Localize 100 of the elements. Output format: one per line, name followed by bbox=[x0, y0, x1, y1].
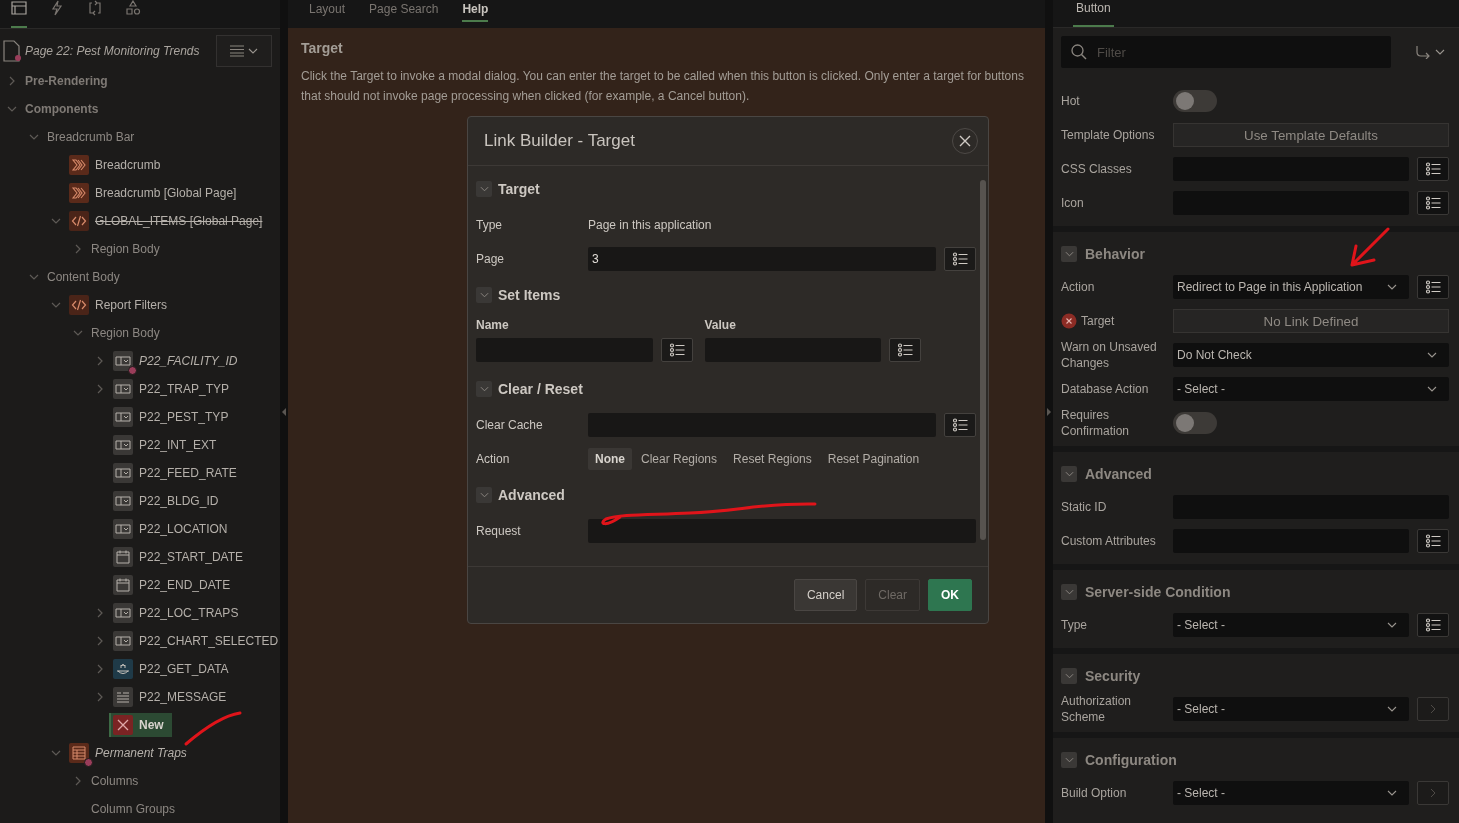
select-field[interactable]: - Select - bbox=[1173, 377, 1449, 401]
tree-item[interactable]: Breadcrumb bbox=[95, 158, 161, 172]
dialog-button[interactable]: OK bbox=[928, 579, 972, 611]
close-button[interactable] bbox=[952, 128, 978, 154]
tree-item[interactable]: P22_START_DATE bbox=[139, 550, 244, 564]
field-label: Request bbox=[476, 524, 522, 538]
tree-item[interactable]: New bbox=[109, 713, 172, 737]
tree-item[interactable]: P22_CHART_SELECTED bbox=[139, 634, 279, 648]
tree-item[interactable]: P22_GET_DATA bbox=[139, 662, 229, 676]
list-button[interactable] bbox=[944, 247, 976, 271]
radio-option[interactable]: Reset Pagination bbox=[820, 448, 927, 470]
tree-item[interactable]: P22_TRAP_TYP bbox=[139, 382, 230, 396]
menu-button[interactable] bbox=[216, 35, 272, 67]
toolbar-tab[interactable] bbox=[11, 0, 27, 28]
tree-item[interactable]: P22_LOC_TRAPS bbox=[139, 606, 239, 620]
input-field[interactable]: 3 bbox=[588, 247, 936, 271]
chevron-icon[interactable] bbox=[95, 636, 105, 646]
chevron-icon[interactable] bbox=[7, 104, 17, 114]
list-button[interactable] bbox=[889, 338, 921, 362]
tree-item[interactable]: Content Body bbox=[47, 270, 120, 284]
tab[interactable]: Button bbox=[1073, 0, 1114, 27]
tree-item[interactable]: GLOBAL_ITEMS [Global Page] bbox=[95, 214, 263, 228]
chevron-icon[interactable] bbox=[95, 664, 105, 674]
collapse-arrow-icon[interactable] bbox=[282, 407, 286, 416]
chevron-icon bbox=[479, 292, 489, 298]
tree-item[interactable]: P22_INT_EXT bbox=[139, 438, 217, 452]
select-field[interactable]: - Select - bbox=[1173, 781, 1409, 805]
collapse-toggle[interactable] bbox=[1061, 246, 1077, 262]
list-button[interactable] bbox=[1417, 157, 1449, 181]
collapse-toggle[interactable] bbox=[476, 287, 492, 303]
tree-item[interactable]: P22_LOCATION bbox=[139, 522, 228, 536]
tree-item[interactable]: Components bbox=[25, 102, 99, 116]
chevron-icon bbox=[1064, 673, 1074, 679]
select-field[interactable]: Do Not Check bbox=[1173, 343, 1449, 367]
chevron-icon[interactable] bbox=[51, 216, 61, 226]
tree-item[interactable]: P22_FACILITY_ID bbox=[139, 354, 238, 368]
chevron-icon[interactable] bbox=[95, 608, 105, 618]
dialog-button[interactable]: Cancel bbox=[793, 579, 858, 611]
list-button[interactable] bbox=[1417, 191, 1449, 215]
toggle-switch[interactable] bbox=[1173, 412, 1217, 434]
select-list-icon bbox=[113, 603, 133, 623]
radio-option[interactable]: Reset Regions bbox=[726, 448, 819, 470]
chevron-icon[interactable] bbox=[29, 272, 39, 282]
radio-option[interactable]: Clear Regions bbox=[634, 448, 725, 470]
chevron-icon[interactable] bbox=[51, 300, 61, 310]
collapse-arrow-icon[interactable] bbox=[1047, 407, 1051, 416]
tree-item[interactable]: P22_MESSAGE bbox=[139, 690, 227, 704]
search-icon bbox=[1071, 44, 1087, 60]
collapse-toggle[interactable] bbox=[476, 381, 492, 397]
tree-item[interactable]: Column Groups bbox=[91, 802, 176, 816]
chevron-icon[interactable] bbox=[73, 776, 83, 786]
tab[interactable]: Page Search bbox=[369, 0, 439, 22]
tree-item[interactable]: P22_BLDG_ID bbox=[139, 494, 219, 508]
tree-item[interactable]: Region Body bbox=[91, 326, 160, 340]
chevron-icon[interactable] bbox=[95, 384, 105, 394]
chevron-icon[interactable] bbox=[51, 748, 61, 758]
collapse-toggle[interactable] bbox=[476, 487, 492, 503]
tab[interactable]: Help bbox=[462, 0, 489, 22]
chevron-icon[interactable] bbox=[7, 76, 17, 86]
tree-item[interactable]: Breadcrumb [Global Page] bbox=[95, 186, 237, 200]
tree-item[interactable]: P22_PEST_TYP bbox=[139, 410, 229, 424]
link-button[interactable]: No Link Defined bbox=[1173, 309, 1449, 333]
filter-field[interactable]: Filter bbox=[1061, 36, 1391, 68]
collapse-toggle[interactable] bbox=[1061, 584, 1077, 600]
tree-item[interactable]: Region Body bbox=[91, 242, 160, 256]
list-button[interactable] bbox=[1417, 529, 1449, 553]
select-field[interactable]: - Select - bbox=[1173, 613, 1409, 637]
list-button[interactable] bbox=[660, 338, 693, 362]
chevron-icon[interactable] bbox=[95, 692, 105, 702]
chevron-icon[interactable] bbox=[73, 244, 83, 254]
collapse-toggle[interactable] bbox=[1061, 668, 1077, 684]
tree-item[interactable]: Columns bbox=[91, 774, 139, 788]
property-label: Warn on Unsaved Changes bbox=[1061, 339, 1158, 371]
section-title: Target bbox=[498, 181, 540, 197]
radio-option[interactable]: None bbox=[588, 448, 632, 470]
toggle-switch[interactable] bbox=[1173, 90, 1217, 112]
tree-item[interactable]: Breadcrumb Bar bbox=[47, 130, 135, 144]
tree-item[interactable]: P22_FEED_RATE bbox=[139, 466, 237, 480]
chevron-icon[interactable] bbox=[29, 132, 39, 142]
link-button[interactable]: Use Template Defaults bbox=[1173, 123, 1449, 147]
scrollbar-thumb[interactable] bbox=[980, 180, 986, 540]
select-field[interactable]: - Select - bbox=[1173, 697, 1409, 721]
collapse-toggle[interactable] bbox=[1061, 466, 1077, 482]
sync-icon bbox=[87, 0, 103, 16]
list-button[interactable] bbox=[1417, 275, 1449, 299]
tree-item[interactable]: Report Filters bbox=[95, 298, 168, 312]
chevron-icon[interactable] bbox=[95, 356, 105, 366]
tab[interactable]: Layout bbox=[309, 0, 346, 22]
tree-item[interactable]: Pre-Rendering bbox=[25, 74, 108, 88]
tree-item[interactable]: Permanent Traps bbox=[95, 746, 187, 760]
go-button[interactable] bbox=[1417, 697, 1449, 721]
select-field[interactable]: Redirect to Page in this Application bbox=[1173, 275, 1409, 299]
collapse-toggle[interactable] bbox=[476, 181, 492, 197]
go-button[interactable] bbox=[1417, 781, 1449, 805]
list-button[interactable] bbox=[1417, 613, 1449, 637]
tree-item[interactable]: P22_END_DATE bbox=[139, 578, 231, 592]
input-field[interactable] bbox=[588, 519, 976, 543]
collapse-toggle[interactable] bbox=[1061, 752, 1077, 768]
chevron-icon[interactable] bbox=[73, 328, 83, 338]
list-button[interactable] bbox=[944, 413, 976, 437]
